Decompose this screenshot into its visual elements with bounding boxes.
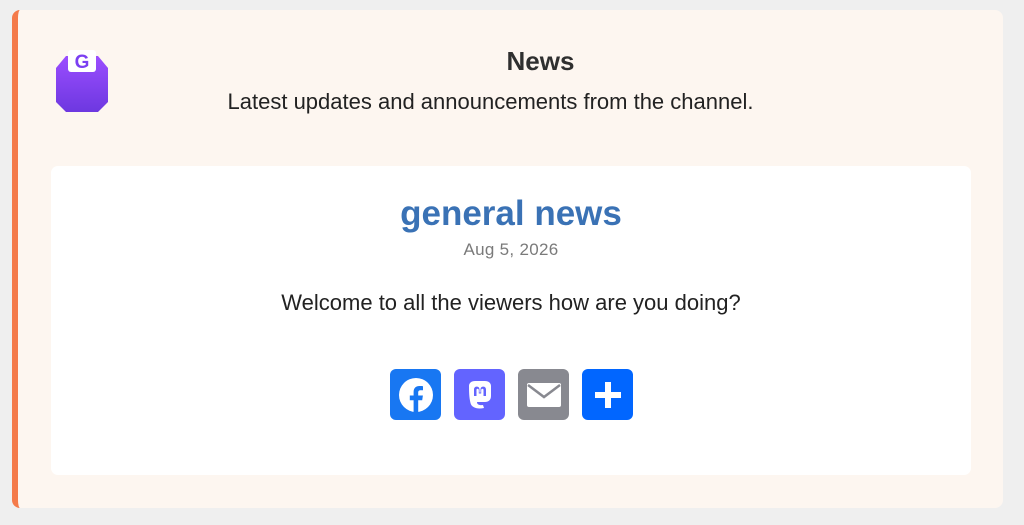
post-title[interactable]: general news: [51, 194, 971, 234]
facebook-share-button[interactable]: [390, 369, 441, 420]
share-buttons: [390, 369, 633, 420]
email-share-button[interactable]: [518, 369, 569, 420]
mastodon-share-button[interactable]: [454, 369, 505, 420]
mastodon-icon: [468, 380, 491, 408]
post-body: Welcome to all the viewers how are you d…: [281, 290, 741, 315]
widget-header: News Latest updates and announcements fr…: [18, 46, 1003, 115]
share-more-button[interactable]: [582, 369, 633, 420]
widget-subtitle: Latest updates and announcements from th…: [227, 89, 754, 114]
news-post-card: general news Aug 5, 2026 Welcome to all …: [51, 166, 971, 475]
email-icon: [526, 382, 561, 407]
facebook-icon: [398, 377, 433, 412]
widget-title: News: [506, 46, 575, 76]
news-widget: G News Latest updates and announcements …: [12, 10, 1003, 508]
share-icon: [594, 381, 621, 408]
post-date: Aug 5, 2026: [463, 240, 559, 259]
